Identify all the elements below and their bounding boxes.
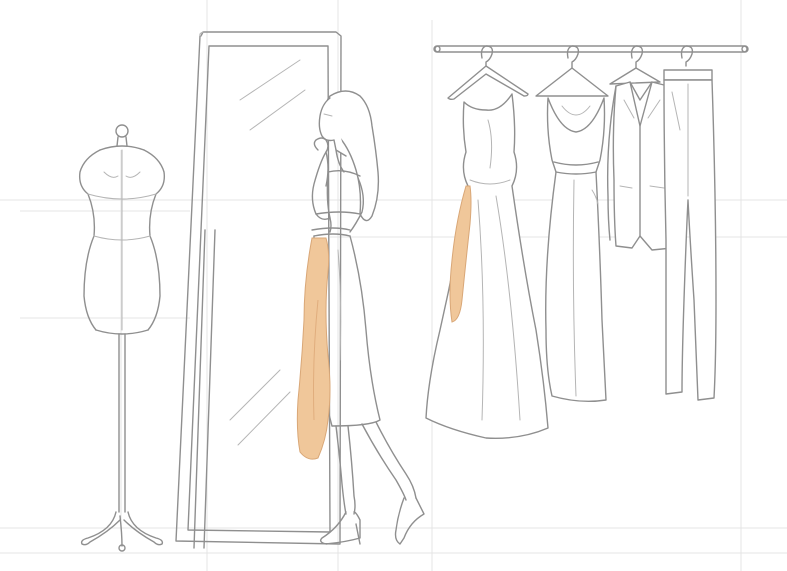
illustration bbox=[0, 0, 787, 571]
sketch-scene bbox=[0, 0, 787, 571]
gown bbox=[425, 93, 549, 439]
dress-form bbox=[78, 124, 166, 552]
trousers bbox=[663, 79, 717, 401]
mannequin-knob bbox=[115, 124, 129, 138]
slip-dress bbox=[545, 97, 607, 403]
fabric-drape bbox=[296, 237, 331, 460]
